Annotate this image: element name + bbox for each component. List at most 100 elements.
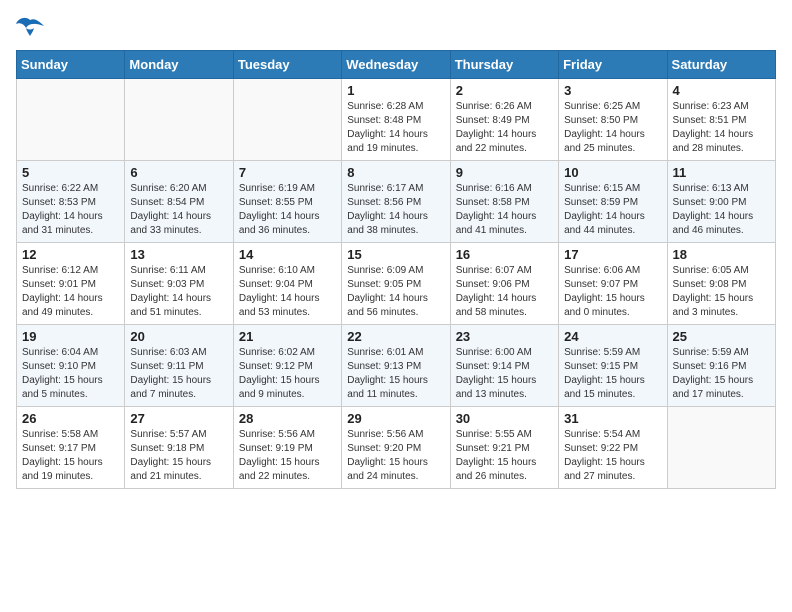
day-number: 30 xyxy=(456,411,553,426)
day-number: 29 xyxy=(347,411,444,426)
calendar-cell: 2 Sunrise: 6:26 AM Sunset: 8:49 PM Daylig… xyxy=(450,79,558,161)
calendar-cell: 3 Sunrise: 6:25 AM Sunset: 8:50 PM Daylig… xyxy=(559,79,667,161)
calendar-cell: 22 Sunrise: 6:01 AM Sunset: 9:13 PM Dayli… xyxy=(342,325,450,407)
calendar-week-row: 1 Sunrise: 6:28 AM Sunset: 8:48 PM Daylig… xyxy=(17,79,776,161)
logo-bird-icon xyxy=(16,16,44,38)
calendar-header-row: SundayMondayTuesdayWednesdayThursdayFrid… xyxy=(17,51,776,79)
day-number: 16 xyxy=(456,247,553,262)
day-info: Sunrise: 6:17 AM Sunset: 8:56 PM Dayligh… xyxy=(347,182,444,238)
logo xyxy=(16,16,48,38)
calendar-cell: 28 Sunrise: 5:56 AM Sunset: 9:19 PM Dayli… xyxy=(233,407,341,489)
day-info: Sunrise: 6:04 AM Sunset: 9:10 PM Dayligh… xyxy=(22,346,119,402)
calendar-cell: 21 Sunrise: 6:02 AM Sunset: 9:12 PM Dayli… xyxy=(233,325,341,407)
day-info: Sunrise: 6:12 AM Sunset: 9:01 PM Dayligh… xyxy=(22,264,119,320)
calendar-cell: 31Sunrise: 5:54 AM Sunset: 9:22 PM Dayli… xyxy=(559,407,667,489)
weekday-header-thursday: Thursday xyxy=(450,51,558,79)
weekday-header-monday: Monday xyxy=(125,51,233,79)
day-number: 13 xyxy=(130,247,227,262)
day-number: 17 xyxy=(564,247,661,262)
calendar-cell: 29Sunrise: 5:56 AM Sunset: 9:20 PM Dayli… xyxy=(342,407,450,489)
day-number: 21 xyxy=(239,329,336,344)
day-info: Sunrise: 5:56 AM Sunset: 9:19 PM Dayligh… xyxy=(239,428,336,484)
day-number: 3 xyxy=(564,83,661,98)
day-info: Sunrise: 6:26 AM Sunset: 8:49 PM Dayligh… xyxy=(456,100,553,156)
day-number: 12 xyxy=(22,247,119,262)
weekday-header-tuesday: Tuesday xyxy=(233,51,341,79)
calendar-cell: 1 Sunrise: 6:28 AM Sunset: 8:48 PM Daylig… xyxy=(342,79,450,161)
day-info: Sunrise: 6:10 AM Sunset: 9:04 PM Dayligh… xyxy=(239,264,336,320)
day-info: Sunrise: 6:03 AM Sunset: 9:11 PM Dayligh… xyxy=(130,346,227,402)
weekday-header-sunday: Sunday xyxy=(17,51,125,79)
day-info: Sunrise: 6:25 AM Sunset: 8:50 PM Dayligh… xyxy=(564,100,661,156)
day-number: 28 xyxy=(239,411,336,426)
day-info: Sunrise: 6:16 AM Sunset: 8:58 PM Dayligh… xyxy=(456,182,553,238)
calendar-cell xyxy=(233,79,341,161)
day-number: 20 xyxy=(130,329,227,344)
day-info: Sunrise: 5:58 AM Sunset: 9:17 PM Dayligh… xyxy=(22,428,119,484)
day-number: 7 xyxy=(239,165,336,180)
day-number: 25 xyxy=(673,329,770,344)
day-info: Sunrise: 6:00 AM Sunset: 9:14 PM Dayligh… xyxy=(456,346,553,402)
day-number: 31 xyxy=(564,411,661,426)
calendar-cell xyxy=(17,79,125,161)
calendar-cell: 20 Sunrise: 6:03 AM Sunset: 9:11 PM Dayli… xyxy=(125,325,233,407)
calendar-cell: 7 Sunrise: 6:19 AM Sunset: 8:55 PM Daylig… xyxy=(233,161,341,243)
calendar-cell: 5Sunrise: 6:22 AM Sunset: 8:53 PM Daylig… xyxy=(17,161,125,243)
calendar-cell: 25Sunrise: 5:59 AM Sunset: 9:16 PM Dayli… xyxy=(667,325,775,407)
calendar-cell: 17Sunrise: 6:06 AM Sunset: 9:07 PM Dayli… xyxy=(559,243,667,325)
day-number: 24 xyxy=(564,329,661,344)
calendar-cell: 6 Sunrise: 6:20 AM Sunset: 8:54 PM Daylig… xyxy=(125,161,233,243)
day-info: Sunrise: 6:01 AM Sunset: 9:13 PM Dayligh… xyxy=(347,346,444,402)
day-info: Sunrise: 6:02 AM Sunset: 9:12 PM Dayligh… xyxy=(239,346,336,402)
calendar-cell: 13 Sunrise: 6:11 AM Sunset: 9:03 PM Dayli… xyxy=(125,243,233,325)
day-number: 18 xyxy=(673,247,770,262)
calendar-cell: 12 Sunrise: 6:12 AM Sunset: 9:01 PM Dayli… xyxy=(17,243,125,325)
day-number: 14 xyxy=(239,247,336,262)
weekday-header-wednesday: Wednesday xyxy=(342,51,450,79)
calendar-cell: 19 Sunrise: 6:04 AM Sunset: 9:10 PM Dayli… xyxy=(17,325,125,407)
day-info: Sunrise: 6:13 AM Sunset: 9:00 PM Dayligh… xyxy=(673,182,770,238)
weekday-header-friday: Friday xyxy=(559,51,667,79)
calendar-cell: 30Sunrise: 5:55 AM Sunset: 9:21 PM Dayli… xyxy=(450,407,558,489)
day-number: 11 xyxy=(673,165,770,180)
day-info: Sunrise: 6:23 AM Sunset: 8:51 PM Dayligh… xyxy=(673,100,770,156)
day-info: Sunrise: 6:15 AM Sunset: 8:59 PM Dayligh… xyxy=(564,182,661,238)
day-number: 27 xyxy=(130,411,227,426)
day-info: Sunrise: 6:22 AM Sunset: 8:53 PM Dayligh… xyxy=(22,182,119,238)
calendar-cell: 9Sunrise: 6:16 AM Sunset: 8:58 PM Daylig… xyxy=(450,161,558,243)
day-number: 15 xyxy=(347,247,444,262)
day-number: 1 xyxy=(347,83,444,98)
day-info: Sunrise: 6:28 AM Sunset: 8:48 PM Dayligh… xyxy=(347,100,444,156)
day-number: 19 xyxy=(22,329,119,344)
calendar-cell: 4 Sunrise: 6:23 AM Sunset: 8:51 PM Daylig… xyxy=(667,79,775,161)
day-info: Sunrise: 6:11 AM Sunset: 9:03 PM Dayligh… xyxy=(130,264,227,320)
day-info: Sunrise: 5:57 AM Sunset: 9:18 PM Dayligh… xyxy=(130,428,227,484)
day-info: Sunrise: 6:05 AM Sunset: 9:08 PM Dayligh… xyxy=(673,264,770,320)
calendar-week-row: 5Sunrise: 6:22 AM Sunset: 8:53 PM Daylig… xyxy=(17,161,776,243)
calendar-week-row: 26 Sunrise: 5:58 AM Sunset: 9:17 PM Dayli… xyxy=(17,407,776,489)
calendar-cell: 24Sunrise: 5:59 AM Sunset: 9:15 PM Dayli… xyxy=(559,325,667,407)
calendar-table: SundayMondayTuesdayWednesdayThursdayFrid… xyxy=(16,50,776,489)
calendar-cell: 11 Sunrise: 6:13 AM Sunset: 9:00 PM Dayli… xyxy=(667,161,775,243)
day-info: Sunrise: 6:19 AM Sunset: 8:55 PM Dayligh… xyxy=(239,182,336,238)
day-number: 6 xyxy=(130,165,227,180)
calendar-week-row: 19 Sunrise: 6:04 AM Sunset: 9:10 PM Dayli… xyxy=(17,325,776,407)
weekday-header-saturday: Saturday xyxy=(667,51,775,79)
page-header xyxy=(16,16,776,38)
calendar-cell: 15 Sunrise: 6:09 AM Sunset: 9:05 PM Dayli… xyxy=(342,243,450,325)
calendar-cell xyxy=(667,407,775,489)
day-number: 10 xyxy=(564,165,661,180)
day-number: 2 xyxy=(456,83,553,98)
calendar-cell: 18 Sunrise: 6:05 AM Sunset: 9:08 PM Dayli… xyxy=(667,243,775,325)
day-number: 26 xyxy=(22,411,119,426)
calendar-cell xyxy=(125,79,233,161)
day-number: 4 xyxy=(673,83,770,98)
calendar-cell: 23Sunrise: 6:00 AM Sunset: 9:14 PM Dayli… xyxy=(450,325,558,407)
calendar-body: 1 Sunrise: 6:28 AM Sunset: 8:48 PM Daylig… xyxy=(17,79,776,489)
day-info: Sunrise: 6:07 AM Sunset: 9:06 PM Dayligh… xyxy=(456,264,553,320)
calendar-cell: 14 Sunrise: 6:10 AM Sunset: 9:04 PM Dayli… xyxy=(233,243,341,325)
calendar-cell: 16 Sunrise: 6:07 AM Sunset: 9:06 PM Dayli… xyxy=(450,243,558,325)
day-info: Sunrise: 6:09 AM Sunset: 9:05 PM Dayligh… xyxy=(347,264,444,320)
day-number: 22 xyxy=(347,329,444,344)
day-info: Sunrise: 6:20 AM Sunset: 8:54 PM Dayligh… xyxy=(130,182,227,238)
